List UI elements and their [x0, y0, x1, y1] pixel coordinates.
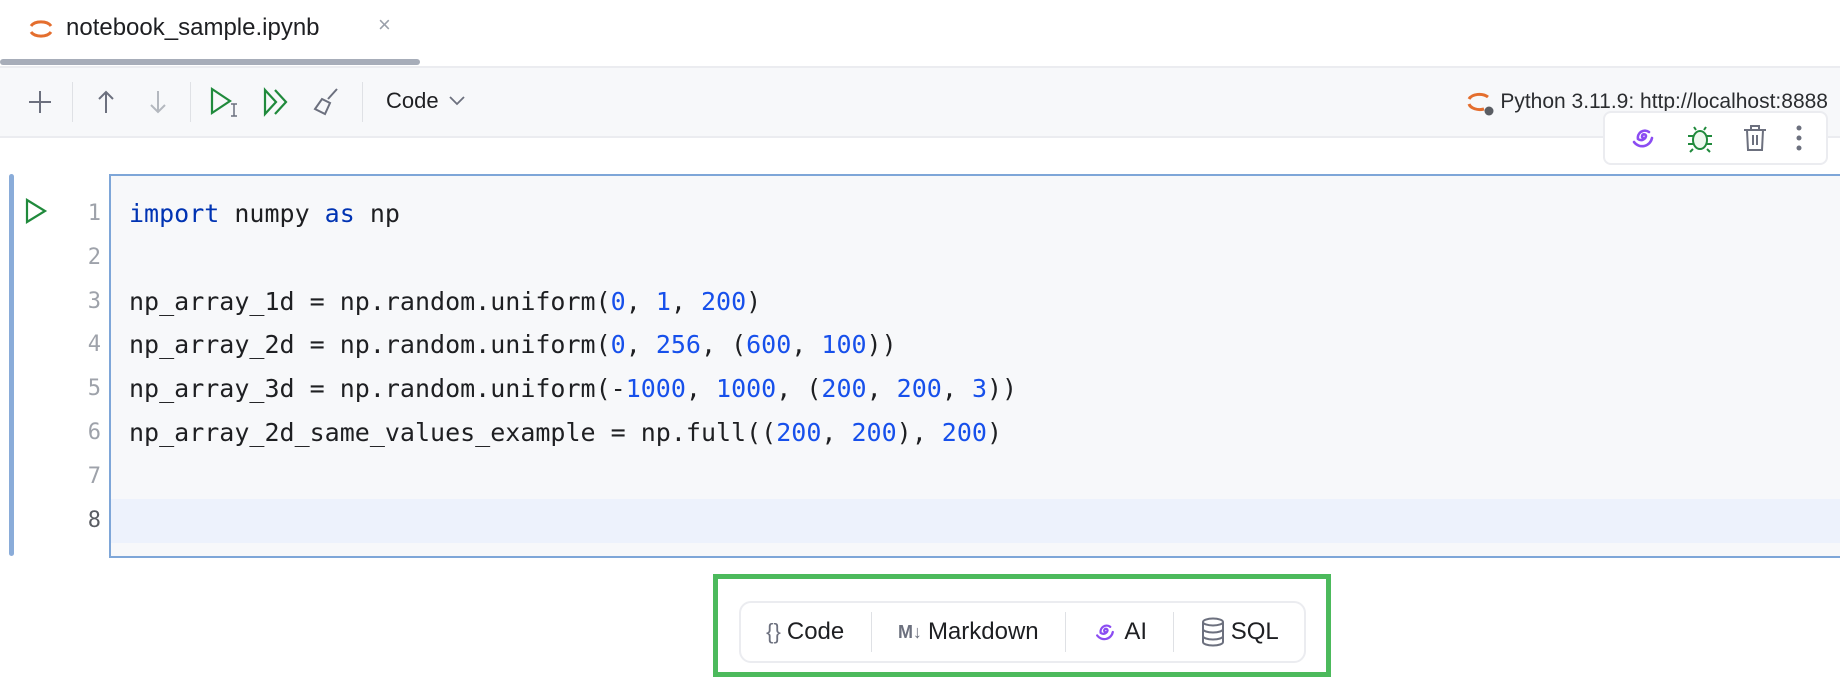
line-number: 7 [87, 463, 101, 489]
code-text: import numpy as np [129, 199, 400, 228]
add-sql-label: SQL [1230, 618, 1279, 645]
divider [1065, 612, 1066, 652]
notebook-toolbar: Code Python 3.11.9: http://localhost:888… [0, 66, 1840, 138]
add-cell-button[interactable] [22, 84, 58, 120]
code-line[interactable]: 7 [88, 455, 1840, 499]
cell-selection-bar [9, 174, 14, 556]
code-text: np_array_2d = np.random.uniform(0, 256, … [129, 330, 897, 360]
divider [1173, 612, 1175, 652]
code-text: np_array_2d_same_values_example = np.ful… [129, 418, 1003, 447]
run-cell-button[interactable] [206, 84, 242, 120]
divider [870, 612, 872, 652]
move-down-button[interactable] [140, 84, 176, 120]
line-number: 4 [87, 332, 101, 358]
run-all-button[interactable] [258, 84, 294, 120]
chevron-down-icon [448, 96, 465, 106]
line-number: 1 [87, 201, 101, 226]
cell-toolbar [1603, 111, 1828, 165]
add-code-label: Code [786, 618, 845, 645]
code-line[interactable]: 6 np_array_2d_same_values_example = np.fu… [88, 411, 1840, 455]
more-options-icon[interactable] [1795, 124, 1803, 152]
markdown-icon: M↓ [897, 621, 922, 642]
clear-outputs-button[interactable] [308, 84, 344, 120]
code-cell[interactable]: 1 import numpy as np 2 3 np_array_1d = np.ra… [88, 174, 1840, 558]
debug-bug-icon[interactable] [1685, 123, 1715, 153]
active-tab-indicator [0, 59, 420, 65]
tab-title: notebook_sample.ipynb [66, 14, 320, 41]
delete-trash-icon[interactable] [1742, 123, 1768, 153]
line-number: 8 [87, 507, 101, 533]
add-cell-bar: {} Code M↓ Markdown AI SQL [739, 601, 1306, 663]
line-number: 2 [87, 244, 101, 270]
code-line[interactable]: 4 np_array_2d = np.random.uniform(0, 256,… [88, 323, 1840, 367]
add-ai-cell-button[interactable]: AI [1092, 618, 1147, 646]
plus-icon [29, 91, 51, 113]
cell-type-dropdown[interactable]: Code [386, 88, 465, 114]
database-icon [1201, 617, 1224, 647]
move-up-button[interactable] [88, 84, 124, 120]
braces-icon: {} [766, 619, 781, 644]
add-sql-cell-button[interactable]: SQL [1201, 617, 1279, 647]
code-line[interactable]: 1 import numpy as np [88, 192, 1840, 236]
run-cell-icon[interactable] [24, 197, 48, 225]
divider [190, 82, 191, 122]
code-text: np_array_1d = np.random.uniform(0, 1, 20… [129, 286, 762, 316]
divider [362, 82, 363, 122]
add-ai-label: AI [1124, 618, 1148, 645]
broom-icon [313, 88, 338, 116]
code-line[interactable]: 5 np_array_3d = np.random.uniform(-1000, … [88, 367, 1840, 411]
add-markdown-cell-button[interactable]: M↓ Markdown [898, 618, 1039, 646]
line-number: 3 [87, 288, 101, 314]
ai-spiral-icon [1096, 624, 1115, 641]
line-number: 6 [87, 420, 101, 445]
run-all-icon [263, 87, 288, 117]
arrow-down-icon [150, 91, 166, 114]
jupyter-logo-icon [29, 20, 53, 38]
add-code-cell-button[interactable]: {} Code [766, 618, 844, 646]
code-line[interactable]: 2 [88, 236, 1840, 280]
run-cursor-icon [210, 86, 237, 117]
add-markdown-label: Markdown [927, 618, 1039, 645]
code-line[interactable]: 3 np_array_1d = np.random.uniform(0, 1, 2… [88, 280, 1840, 324]
line-number: 5 [87, 376, 101, 402]
code-text: np_array_3d = np.random.uniform(-1000, 1… [129, 374, 1018, 404]
arrow-up-icon [98, 90, 114, 113]
divider [72, 82, 73, 122]
ai-assistant-icon[interactable] [1628, 124, 1658, 152]
jupyter-kernel-icon [1467, 92, 1494, 116]
code-line[interactable]: 8 [88, 498, 1840, 543]
editor-tab[interactable]: notebook_sample.ipynb × [0, 0, 420, 66]
cell-type-label: Code [386, 88, 439, 113]
close-tab-icon[interactable]: × [378, 12, 391, 38]
